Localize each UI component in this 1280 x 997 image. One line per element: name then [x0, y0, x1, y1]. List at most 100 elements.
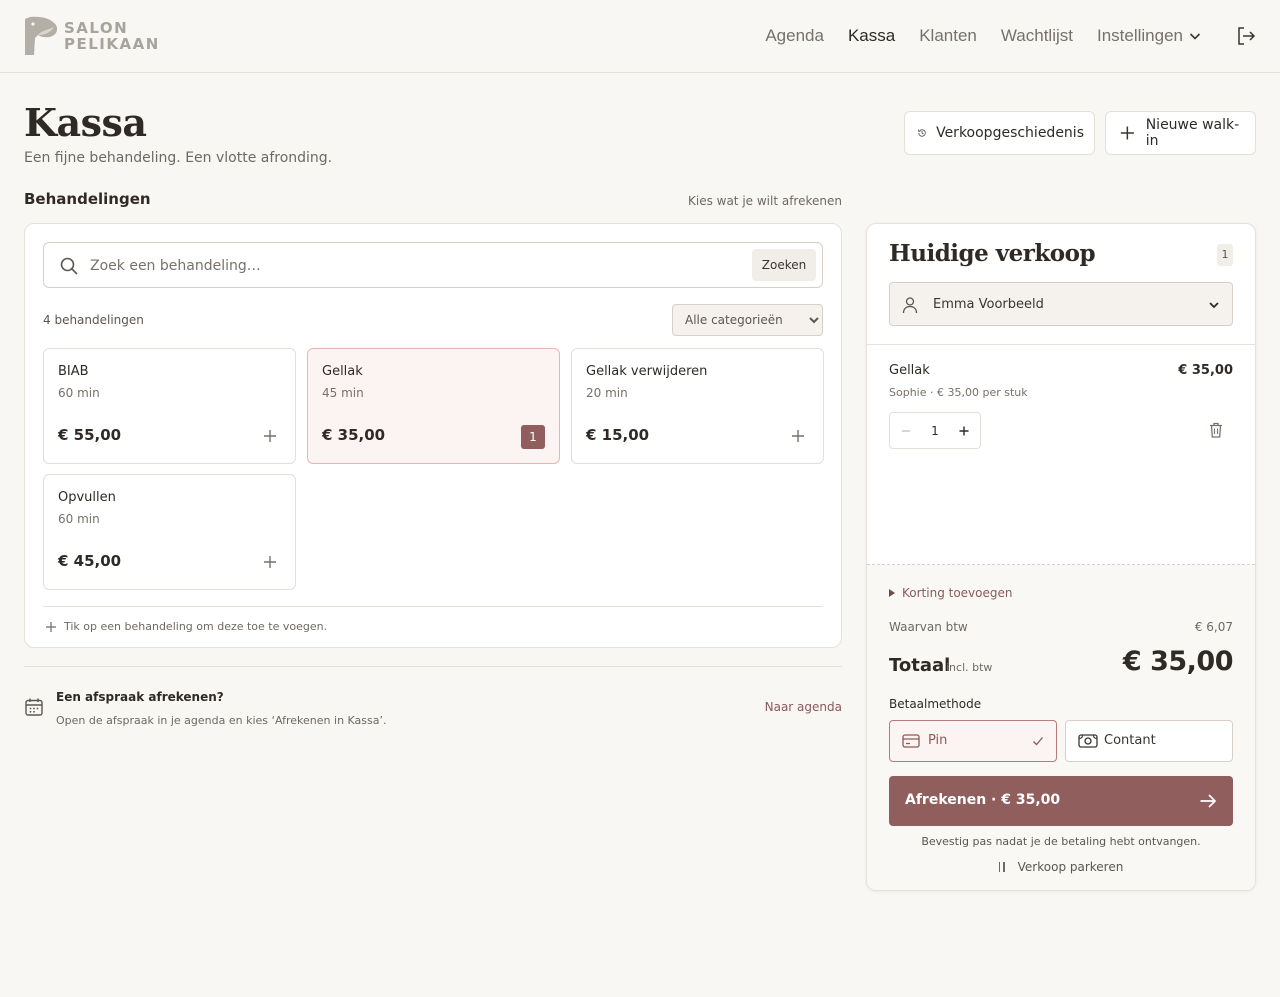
cash-icon: [1078, 734, 1098, 748]
nav-agenda[interactable]: Agenda: [765, 26, 824, 46]
treatment-name: BIAB: [58, 364, 89, 379]
nav-klanten[interactable]: Klanten: [919, 26, 977, 46]
park-sale-label: Verkoop parkeren: [1017, 860, 1124, 874]
section-divider: [24, 666, 842, 667]
panel-divider: [43, 606, 823, 607]
line-item-name: Gellak: [889, 363, 930, 378]
nav-instellingen-label: Instellingen: [1096, 26, 1183, 45]
payment-cash-label: Contant: [1104, 733, 1156, 748]
treatments-hint: Kies wat je wilt afrekenen: [687, 194, 842, 208]
new-walkin-button[interactable]: Nieuwe walk-in: [1105, 111, 1256, 155]
treatment-name: Gellak: [322, 364, 363, 379]
minus-icon: [902, 429, 910, 432]
payment-cash-option[interactable]: Contant: [1065, 720, 1233, 762]
chevron-down-icon: [1189, 33, 1201, 40]
add-tip: Tik op een behandeling om deze toe te vo…: [45, 620, 327, 633]
add-icon[interactable]: [263, 429, 277, 443]
pause-icon: [998, 862, 1008, 872]
plus-icon: [46, 621, 56, 632]
check-icon: [1033, 737, 1043, 746]
payment-pin-label: Pin: [928, 733, 948, 748]
sale-title: Huidige verkoop: [889, 240, 1096, 267]
quantity-stepper: 1: [889, 412, 981, 449]
add-tip-text: Tik op een behandeling om deze toe te vo…: [64, 620, 328, 633]
quantity-value: 1: [931, 423, 939, 438]
pelican-logo-icon: [25, 16, 58, 55]
add-icon[interactable]: [263, 555, 277, 569]
vat-label: Waarvan btw: [889, 620, 968, 634]
treatment-card-opvullen[interactable]: Opvullen 60 min € 45,00: [43, 474, 296, 590]
trash-icon[interactable]: [1209, 422, 1223, 438]
salon-logo[interactable]: SALON PELIKAAN: [24, 16, 160, 56]
summary-divider: [867, 564, 1255, 565]
treatment-price: € 45,00: [58, 552, 122, 570]
treatments-panel: Zoeken 4 behandelingen Alle categorieën …: [24, 223, 842, 648]
add-icon[interactable]: [791, 429, 805, 443]
nav-kassa[interactable]: Kassa: [848, 26, 895, 46]
treatment-duration: 60 min: [58, 386, 100, 400]
search-input[interactable]: [90, 255, 730, 277]
sales-history-button[interactable]: Verkoopgeschiedenis: [904, 111, 1095, 155]
customer-name: Emma Voorbeeld: [933, 297, 1044, 312]
treatment-card-biab[interactable]: BIAB 60 min € 55,00: [43, 348, 296, 464]
total-value: € 35,00: [1122, 646, 1234, 677]
increase-button[interactable]: [948, 413, 980, 448]
treatment-duration: 60 min: [58, 512, 100, 526]
to-agenda-link[interactable]: Naar agenda: [765, 700, 842, 714]
nav-wachtlijst[interactable]: Wachtlijst: [1001, 26, 1073, 46]
user-icon: [902, 297, 918, 314]
treatment-name: Opvullen: [58, 490, 116, 505]
card-icon: [902, 734, 920, 748]
brand-line-1: SALON: [64, 19, 129, 37]
current-sale-panel: Huidige verkoop 1 Emma Voorbeeld Gellak …: [866, 223, 1256, 891]
chevron-down-icon: [1209, 302, 1219, 309]
treatment-search: Zoeken: [43, 242, 823, 288]
logout-button[interactable]: [1236, 26, 1256, 46]
payment-pin-option[interactable]: Pin: [889, 720, 1057, 762]
top-navigation-bar: SALON PELIKAAN Agenda Kassa Klanten Wach…: [0, 0, 1280, 73]
plus-icon: [959, 426, 969, 435]
brand-line-2: PELIKAAN: [64, 35, 160, 53]
treatment-price: € 35,00: [322, 426, 386, 444]
treatment-count: 4 behandelingen: [43, 313, 144, 327]
calendar-icon: [25, 698, 43, 716]
main-nav: Agenda Kassa Klanten Wachtlijst Instelli…: [765, 0, 1280, 72]
nav-instellingen[interactable]: Instellingen: [1097, 26, 1202, 46]
disclosure-triangle-icon: [889, 589, 895, 597]
quantity-badge: 1: [521, 425, 545, 449]
total-vat-note: incl. btw: [946, 661, 993, 674]
add-discount-label: Korting toevoegen: [902, 586, 1013, 600]
line-item-meta: Sophie · € 35,00 per stuk: [889, 386, 1028, 399]
search-icon: [60, 257, 78, 275]
line-item-price: € 35,00: [1178, 363, 1233, 378]
total-label: Totaal: [889, 655, 951, 676]
sale-divider: [867, 344, 1255, 345]
brand-name: SALON PELIKAAN: [64, 20, 160, 52]
payment-method-label: Betaalmethode: [889, 697, 982, 711]
appointment-heading: Een afspraak afrekenen?: [56, 690, 224, 704]
search-button[interactable]: Zoeken: [752, 249, 816, 281]
checkout-button[interactable]: Afrekenen · € 35,00: [889, 776, 1233, 826]
category-select[interactable]: Alle categorieën: [672, 304, 823, 336]
park-sale-button[interactable]: Verkoop parkeren: [867, 860, 1255, 874]
new-walkin-label: Nieuwe walk-in: [1145, 117, 1240, 149]
arrow-right-icon: [1200, 794, 1217, 808]
page-title: Kassa: [24, 100, 147, 145]
treatment-card-gellak-verwijderen[interactable]: Gellak verwijderen 20 min € 15,00: [571, 348, 824, 464]
treatment-price: € 15,00: [586, 426, 650, 444]
treatment-duration: 20 min: [586, 386, 628, 400]
sale-item-count: 1: [1217, 244, 1233, 266]
treatments-heading: Behandelingen: [24, 190, 151, 208]
plus-icon: [1120, 126, 1134, 140]
treatment-duration: 45 min: [322, 386, 364, 400]
vat-value: € 6,07: [1194, 620, 1233, 634]
customer-select[interactable]: Emma Voorbeeld: [889, 282, 1233, 326]
appointment-subtitle: Open de afspraak in je agenda en kies ‘A…: [56, 714, 387, 727]
treatment-name: Gellak verwijderen: [586, 364, 708, 379]
confirm-payment-note: Bevestig pas nadat je de betaling hebt o…: [921, 835, 1201, 848]
treatment-card-gellak[interactable]: Gellak 45 min € 35,00 1: [307, 348, 560, 464]
sales-history-label: Verkoopgeschiedenis: [936, 125, 1084, 141]
add-discount-toggle[interactable]: Korting toevoegen: [889, 586, 1012, 600]
decrease-button[interactable]: [890, 413, 922, 448]
page-subtitle: Een fijne behandeling. Een vlotte afrond…: [24, 150, 333, 166]
